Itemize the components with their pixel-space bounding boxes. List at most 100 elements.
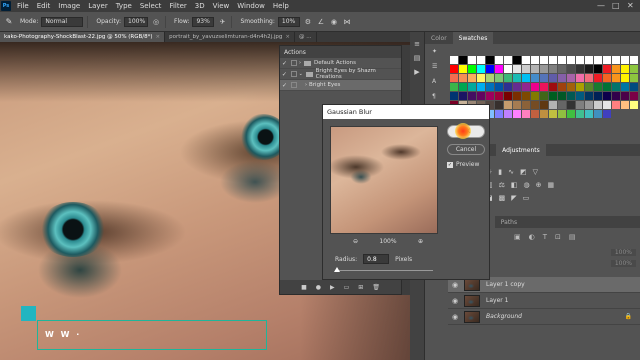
color-swatch[interactable] bbox=[585, 83, 593, 91]
color-swatch[interactable] bbox=[531, 56, 539, 64]
color-swatch[interactable] bbox=[486, 65, 494, 73]
color-swatch[interactable] bbox=[477, 74, 485, 82]
color-swatch[interactable] bbox=[612, 74, 620, 82]
color-swatch[interactable] bbox=[504, 92, 512, 100]
color-swatch[interactable] bbox=[513, 101, 521, 109]
color-swatch[interactable] bbox=[549, 83, 557, 91]
flow-input[interactable]: 93% bbox=[192, 16, 215, 27]
filter-adjust-icon[interactable]: ◐ bbox=[529, 233, 535, 241]
color-swatch[interactable] bbox=[630, 83, 638, 91]
tab-document-2[interactable]: portrait_by_yavuzselimturan-d4n4h2j.jpg × bbox=[165, 32, 296, 42]
tab-document-1[interactable]: kako-Photography-ShockBlast-22.jpg @ 50%… bbox=[0, 32, 166, 42]
color-swatch[interactable] bbox=[459, 65, 467, 73]
color-swatch[interactable] bbox=[549, 74, 557, 82]
curves-icon[interactable]: ∿ bbox=[508, 168, 514, 181]
visibility-eye-icon[interactable]: ◉ bbox=[448, 313, 462, 321]
mixer-icon[interactable]: ⊕ bbox=[536, 181, 542, 194]
color-swatch[interactable] bbox=[522, 110, 530, 118]
color-swatch[interactable] bbox=[603, 65, 611, 73]
color-swatch[interactable] bbox=[486, 92, 494, 100]
color-swatch[interactable] bbox=[567, 83, 575, 91]
color-swatch[interactable] bbox=[567, 92, 575, 100]
color-swatch[interactable] bbox=[495, 83, 503, 91]
color-swatch[interactable] bbox=[477, 65, 485, 73]
fill-field[interactable]: 100% bbox=[610, 260, 636, 267]
menu-help[interactable]: Help bbox=[269, 2, 293, 10]
checkbox-box[interactable]: ✓ bbox=[447, 161, 453, 168]
color-swatch[interactable] bbox=[513, 56, 521, 64]
brush-settings-icon[interactable]: ☰ bbox=[432, 63, 442, 78]
tab-paths[interactable]: Paths bbox=[495, 216, 523, 228]
chevron-down-icon[interactable]: ⌄ bbox=[299, 71, 303, 77]
color-swatch[interactable] bbox=[567, 110, 575, 118]
color-swatch[interactable] bbox=[522, 101, 530, 109]
color-swatch[interactable] bbox=[522, 56, 530, 64]
color-swatch[interactable] bbox=[495, 65, 503, 73]
color-swatch[interactable] bbox=[531, 74, 539, 82]
color-swatch[interactable] bbox=[531, 65, 539, 73]
menu-filter[interactable]: Filter bbox=[165, 2, 190, 10]
color-swatch[interactable] bbox=[549, 110, 557, 118]
properties-icon[interactable]: ▤ bbox=[412, 54, 422, 64]
levels-icon[interactable]: ▮ bbox=[498, 168, 502, 181]
color-swatch[interactable] bbox=[495, 110, 503, 118]
vibrance-icon[interactable]: ▽ bbox=[533, 168, 538, 181]
angle-icon[interactable]: ∠ bbox=[316, 17, 326, 27]
color-swatch[interactable] bbox=[477, 56, 485, 64]
color-swatch[interactable] bbox=[567, 56, 575, 64]
action-row-bright-eyes[interactable]: ✓ › Bright Eyes bbox=[280, 80, 401, 91]
stop-icon[interactable]: ■ bbox=[301, 284, 307, 291]
pressure-opacity-icon[interactable]: ◎ bbox=[151, 17, 161, 27]
color-swatch[interactable] bbox=[558, 56, 566, 64]
blur-preview[interactable] bbox=[330, 126, 438, 234]
color-swatch[interactable] bbox=[486, 83, 494, 91]
threshold-icon[interactable]: ◤ bbox=[511, 194, 516, 207]
color-swatch[interactable] bbox=[576, 92, 584, 100]
record-icon[interactable]: ● bbox=[316, 284, 321, 291]
preview-checkbox[interactable]: ✓ Preview bbox=[447, 161, 479, 168]
color-swatch[interactable] bbox=[567, 74, 575, 82]
color-swatch[interactable] bbox=[468, 74, 476, 82]
color-swatch[interactable] bbox=[576, 83, 584, 91]
maximize-button[interactable]: □ bbox=[612, 1, 620, 10]
color-swatch[interactable] bbox=[567, 101, 575, 109]
color-swatch[interactable] bbox=[513, 74, 521, 82]
color-swatch[interactable] bbox=[603, 83, 611, 91]
color-swatch[interactable] bbox=[558, 101, 566, 109]
menu-select[interactable]: Select bbox=[136, 2, 166, 10]
color-swatch[interactable] bbox=[540, 110, 548, 118]
filter-type-icon[interactable]: T bbox=[543, 233, 547, 241]
color-swatch[interactable] bbox=[621, 101, 629, 109]
color-swatch[interactable] bbox=[594, 74, 602, 82]
color-swatch[interactable] bbox=[468, 56, 476, 64]
color-swatch[interactable] bbox=[576, 110, 584, 118]
color-swatch[interactable] bbox=[495, 92, 503, 100]
color-swatch[interactable] bbox=[594, 65, 602, 73]
color-swatch[interactable] bbox=[504, 56, 512, 64]
gradient-map-icon[interactable]: ▭ bbox=[523, 194, 530, 207]
photo-filter-icon[interactable]: ◍ bbox=[524, 181, 530, 194]
color-swatch[interactable] bbox=[630, 74, 638, 82]
color-swatch[interactable] bbox=[549, 101, 557, 109]
color-swatch[interactable] bbox=[477, 92, 485, 100]
check-icon[interactable]: ✓ bbox=[280, 60, 289, 67]
close-icon[interactable]: × bbox=[156, 34, 161, 40]
color-swatch[interactable] bbox=[576, 65, 584, 73]
color-swatch[interactable] bbox=[486, 56, 494, 64]
posterize-icon[interactable]: ▩ bbox=[499, 194, 506, 207]
menu-window[interactable]: Window bbox=[233, 2, 269, 10]
minimize-button[interactable]: — bbox=[597, 1, 605, 10]
color-swatch[interactable] bbox=[585, 65, 593, 73]
color-swatch[interactable] bbox=[450, 83, 458, 91]
menu-3d[interactable]: 3D bbox=[191, 2, 209, 10]
opacity-input[interactable]: 100% bbox=[124, 16, 149, 27]
color-swatch[interactable] bbox=[513, 65, 521, 73]
color-swatch[interactable] bbox=[630, 101, 638, 109]
color-swatch[interactable] bbox=[576, 56, 584, 64]
chevron-right-icon[interactable]: › bbox=[299, 60, 301, 66]
color-swatch[interactable] bbox=[585, 101, 593, 109]
color-swatch[interactable] bbox=[576, 74, 584, 82]
color-swatch[interactable] bbox=[450, 56, 458, 64]
color-swatch[interactable] bbox=[603, 101, 611, 109]
color-swatch[interactable] bbox=[468, 65, 476, 73]
